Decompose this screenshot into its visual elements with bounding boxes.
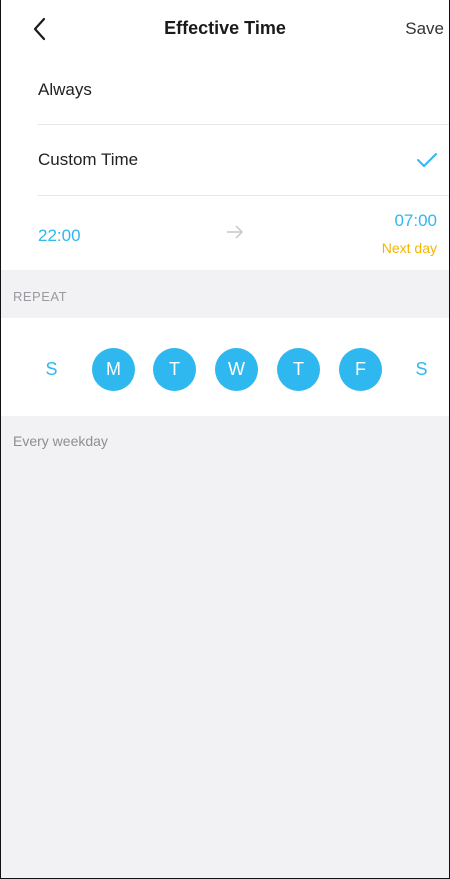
day-monday[interactable]: M: [92, 348, 135, 391]
page-title: Effective Time: [164, 18, 286, 38]
day-thursday[interactable]: T: [277, 348, 320, 391]
top-bar: Effective Time Save: [0, 0, 450, 56]
day-wednesday[interactable]: W: [215, 348, 258, 391]
divider: [38, 195, 450, 196]
repeat-summary: Every weekday: [13, 433, 108, 449]
option-custom-time[interactable]: Custom Time: [38, 150, 138, 170]
checkmark-icon: [417, 153, 437, 167]
save-button[interactable]: Save: [405, 19, 444, 39]
day-sunday[interactable]: S: [30, 348, 73, 391]
next-day-note: Next day: [381, 240, 437, 256]
divider: [38, 124, 450, 125]
day-tuesday[interactable]: T: [153, 348, 196, 391]
day-friday[interactable]: F: [339, 348, 382, 391]
day-saturday[interactable]: S: [400, 348, 443, 391]
start-time[interactable]: 22:00: [38, 226, 81, 246]
option-always[interactable]: Always: [38, 80, 92, 100]
arrow-right-icon: [227, 225, 244, 239]
repeat-section-header: REPEAT: [13, 289, 68, 304]
end-time[interactable]: 07:00: [394, 211, 437, 231]
